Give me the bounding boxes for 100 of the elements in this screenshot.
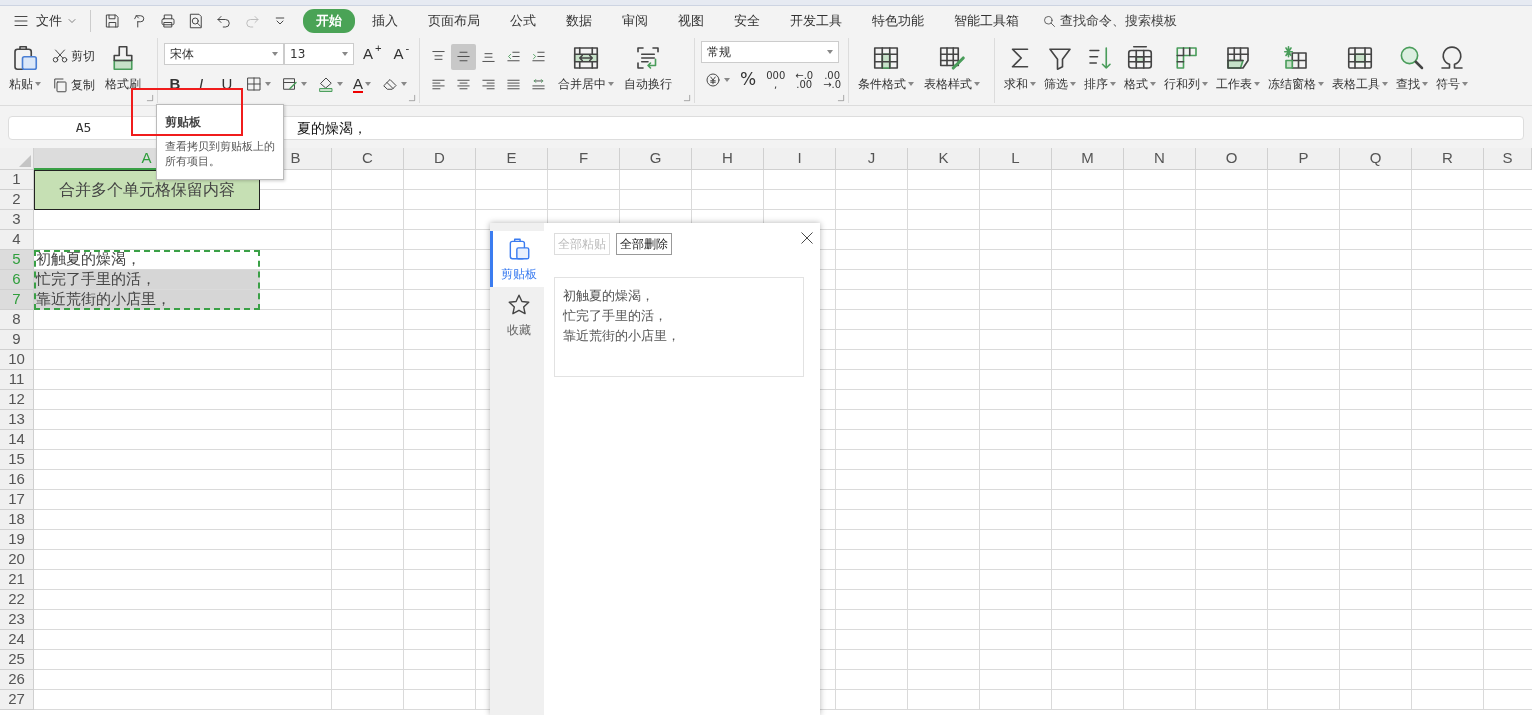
caret-icon <box>337 82 343 86</box>
tool-button[interactable]: 求和 <box>1001 41 1039 93</box>
row-header[interactable]: 8 <box>0 310 34 330</box>
tool-button[interactable]: 查找 <box>1393 41 1431 93</box>
ribbon-tab[interactable]: 数据 <box>553 9 605 33</box>
row-header[interactable]: 21 <box>0 570 34 590</box>
font-name-field[interactable]: 宋体 <box>164 43 284 65</box>
row-header[interactable]: 27 <box>0 690 34 710</box>
column-header[interactable]: F <box>548 148 620 170</box>
file-menu[interactable]: 文件 <box>32 9 82 33</box>
column-header[interactable]: G <box>620 148 692 170</box>
row-header[interactable]: 3 <box>0 210 34 230</box>
row-header[interactable]: 15 <box>0 450 34 470</box>
dialog-launcher-icon <box>683 94 691 102</box>
column-header[interactable]: Q <box>1340 148 1412 170</box>
wrap-text-button[interactable]: 自动换行 <box>621 41 675 93</box>
clipboard-item-line: 靠近荒街的小店里， <box>563 327 681 345</box>
column-header[interactable]: H <box>692 148 764 170</box>
caret-icon <box>1462 82 1468 86</box>
row-header[interactable]: 18 <box>0 510 34 530</box>
number-style-button[interactable]: .00 →.0 <box>820 67 845 93</box>
style-button[interactable]: 条件格式 <box>855 41 917 93</box>
number-format-field[interactable]: 常规 <box>701 41 839 63</box>
panel-button[interactable]: 全部删除 <box>616 233 672 255</box>
row-header[interactable]: 1 <box>0 170 34 190</box>
table-cell: 靠近荒街的小店里， <box>34 290 260 310</box>
column-header[interactable]: O <box>1196 148 1268 170</box>
ribbon-tab[interactable]: 审阅 <box>609 9 661 33</box>
table-cell: 忙完了手里的活， <box>34 270 260 290</box>
row-header[interactable]: 12 <box>0 390 34 410</box>
row-header[interactable]: 11 <box>0 370 34 390</box>
panel-tab[interactable]: 剪贴板 <box>490 231 544 287</box>
font-color-button[interactable]: A <box>350 71 374 97</box>
row-header[interactable]: 20 <box>0 550 34 570</box>
cut-button[interactable]: 剪切 <box>48 42 98 69</box>
copy-button[interactable]: 复制 <box>48 72 98 99</box>
ribbon-tab[interactable]: 智能工具箱 <box>941 9 1032 33</box>
paste-button[interactable]: 粘贴 <box>6 41 44 93</box>
column-header[interactable]: K <box>908 148 980 170</box>
search-field[interactable]: 查找命令、搜索模板 <box>1042 11 1177 31</box>
row-header[interactable]: 26 <box>0 670 34 690</box>
grow-font-button[interactable]: A$^{+}$ <box>360 41 385 67</box>
caret-icon <box>608 82 614 86</box>
tool-button[interactable]: 排序 <box>1081 41 1119 93</box>
panel-tab[interactable]: 收藏 <box>490 287 544 343</box>
column-header[interactable]: L <box>980 148 1052 170</box>
caret-icon <box>1030 82 1036 86</box>
caret-icon <box>35 82 41 86</box>
clipboard-item-line: 忙完了手里的活， <box>563 307 668 325</box>
ribbon-tab[interactable]: 插入 <box>359 9 411 33</box>
merge-center-button[interactable]: 合并居中 <box>555 41 617 93</box>
tool-button[interactable]: 表格工具 <box>1329 41 1391 93</box>
row-header[interactable]: 19 <box>0 530 34 550</box>
row-header[interactable]: 9 <box>0 330 34 350</box>
percent-button[interactable]: % <box>737 67 760 93</box>
tool-button[interactable]: 冻结窗格 <box>1265 41 1327 93</box>
column-header[interactable]: M <box>1052 148 1124 170</box>
ribbon-tab[interactable]: 安全 <box>721 9 773 33</box>
tool-button[interactable]: 工作表 <box>1213 41 1263 93</box>
style-button[interactable]: 表格样式 <box>921 41 983 93</box>
ribbon-tab[interactable]: 开发工具 <box>777 9 855 33</box>
column-header[interactable]: N <box>1124 148 1196 170</box>
number-format: 常规 <box>707 44 731 61</box>
tool-button[interactable]: 筛选 <box>1041 41 1079 93</box>
row-header[interactable]: 4 <box>0 230 34 250</box>
tool-button[interactable]: 符号 <box>1433 41 1471 93</box>
ribbon-tab[interactable]: 页面布局 <box>415 9 493 33</box>
row-header[interactable]: 24 <box>0 630 34 650</box>
row-header[interactable]: 23 <box>0 610 34 630</box>
row-header[interactable]: 13 <box>0 410 34 430</box>
column-header[interactable]: S <box>1484 148 1532 170</box>
number-style-button[interactable]: 000 , <box>763 67 789 93</box>
font-size-field[interactable]: 13 <box>284 43 354 65</box>
row-header[interactable]: 16 <box>0 470 34 490</box>
row-header[interactable]: 10 <box>0 350 34 370</box>
clipboard-item[interactable]: 初触夏的燥渴， 忙完了手里的活， 靠近荒街的小店里， <box>554 277 804 377</box>
search-icon <box>1042 13 1057 29</box>
column-header[interactable]: P <box>1268 148 1340 170</box>
caret-icon <box>265 82 271 86</box>
ribbon-tab[interactable]: 视图 <box>665 9 717 33</box>
shrink-font-button[interactable]: A$^{-}$ <box>390 41 413 67</box>
ribbon-tab[interactable]: 特色功能 <box>859 9 937 33</box>
column-header[interactable]: I <box>764 148 836 170</box>
font-name: 宋体 <box>170 46 194 63</box>
alignment-button[interactable] <box>451 43 476 70</box>
tool-button[interactable]: 格式 <box>1121 41 1159 93</box>
row-header[interactable]: 25 <box>0 650 34 670</box>
caret-icon <box>1202 82 1208 86</box>
row-header[interactable]: 14 <box>0 430 34 450</box>
row-header[interactable]: 17 <box>0 490 34 510</box>
column-header[interactable]: E <box>476 148 548 170</box>
row-header[interactable]: 2 <box>0 190 34 210</box>
row-header[interactable]: 22 <box>0 590 34 610</box>
column-header[interactable]: R <box>1412 148 1484 170</box>
column-header[interactable]: D <box>404 148 476 170</box>
ribbon-tab[interactable]: 公式 <box>497 9 549 33</box>
column-header[interactable]: J <box>836 148 908 170</box>
number-style-button[interactable]: ←.0 .00 <box>792 67 817 93</box>
column-header[interactable]: C <box>332 148 404 170</box>
tool-button[interactable]: 行和列 <box>1161 41 1211 93</box>
